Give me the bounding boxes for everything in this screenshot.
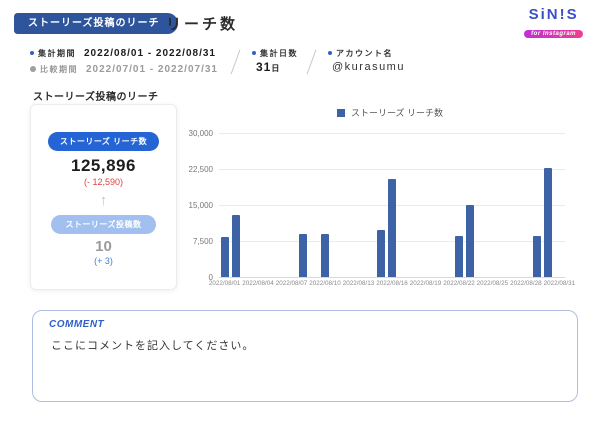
days-label: 集計日数 <box>260 49 298 58</box>
sinis-logo-subtext: for Instagram <box>524 30 583 38</box>
legend-swatch-icon <box>337 109 345 117</box>
reach-bar[interactable] <box>455 236 463 277</box>
y-axis-tick-label: 30,000 <box>173 129 213 138</box>
divider <box>307 50 317 75</box>
reach-delta: (- 12,590) <box>31 177 176 187</box>
reach-bar[interactable] <box>533 236 541 277</box>
legend-label: ストーリーズ リーチ数 <box>351 108 443 118</box>
y-axis-tick-label: 15,000 <box>173 201 213 210</box>
reach-bar[interactable] <box>388 179 396 277</box>
gridline <box>219 169 565 170</box>
y-axis-tick-label: 22,500 <box>173 165 213 174</box>
reach-bar[interactable] <box>232 215 240 277</box>
y-axis-tick-label: 7,500 <box>173 237 213 246</box>
reach-bar[interactable] <box>466 205 474 277</box>
reach-bar[interactable] <box>221 237 229 277</box>
summary-card: ストーリーズ リーチ数 125,896 (- 12,590) ↑ ストーリーズ投… <box>30 104 177 290</box>
days-value: 31日 <box>256 60 280 74</box>
comment-label: COMMENT <box>49 319 104 330</box>
period-value: 2022/08/01 - 2022/08/31 <box>84 48 216 59</box>
sinis-logo-text: SiN!S <box>524 7 583 22</box>
report-page: ストーリーズ投稿のリーチ リーチ数 SiN!S for Instagram 集計… <box>0 0 601 425</box>
period-label: 集計期間 <box>38 49 76 58</box>
up-arrow-icon: ↑ <box>31 193 176 208</box>
bullet-icon <box>30 66 36 72</box>
compare-value: 2022/07/01 - 2022/07/31 <box>86 64 218 75</box>
bullet-icon <box>328 51 332 55</box>
account-label: アカウント名 <box>336 49 393 58</box>
posts-pill: ストーリーズ投稿数 <box>51 215 155 234</box>
chart-legend: ストーリーズ リーチ数 <box>337 106 443 119</box>
page-title: リーチ数 <box>166 13 238 34</box>
section-pill: ストーリーズ投稿のリーチ <box>14 13 178 34</box>
divider <box>231 50 241 75</box>
reach-bar[interactable] <box>321 234 329 277</box>
bullet-icon <box>30 51 34 55</box>
summary-title: ストーリーズ投稿のリーチ <box>33 88 159 103</box>
x-axis-tick-label: 2022/08/31 <box>539 280 579 287</box>
reach-pill: ストーリーズ リーチ数 <box>48 132 159 151</box>
bullet-icon <box>252 51 256 55</box>
reach-bar[interactable] <box>377 230 385 277</box>
gridline <box>219 277 565 278</box>
compare-label: 比較期間 <box>40 65 78 74</box>
posts-value: 10 <box>31 238 176 255</box>
reach-bar[interactable] <box>299 234 307 277</box>
gridline <box>219 133 565 134</box>
reach-bar[interactable] <box>544 168 552 277</box>
sinis-logo: SiN!S for Instagram <box>524 7 583 40</box>
comment-box[interactable]: COMMENT ここにコメントを記入してください。 <box>32 310 578 402</box>
posts-delta: (+ 3) <box>31 256 176 266</box>
account-value: @kurasumu <box>332 61 405 73</box>
reach-value: 125,896 <box>31 156 176 176</box>
report-meta: 集計期間 2022/08/01 - 2022/08/31 比較期間 2022/07/… <box>30 46 580 80</box>
comment-placeholder[interactable]: ここにコメントを記入してください。 <box>51 337 254 353</box>
